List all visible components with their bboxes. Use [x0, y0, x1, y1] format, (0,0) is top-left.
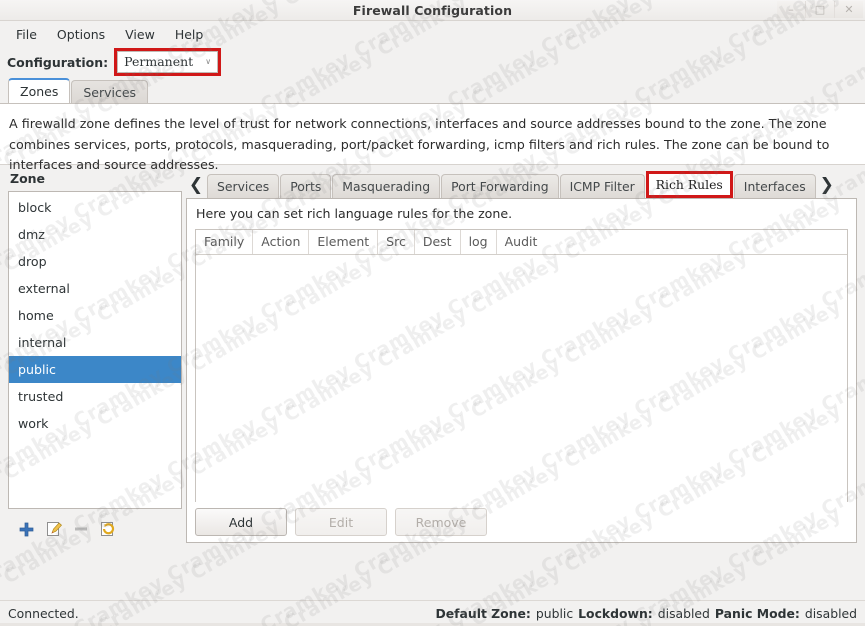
column-header-src[interactable]: Src	[378, 230, 415, 254]
rich-rules-note: Here you can set rich language rules for…	[196, 206, 513, 221]
main-body: Zone block dmz drop external home intern…	[0, 165, 865, 543]
zone-item-trusted[interactable]: trusted	[9, 383, 181, 410]
column-header-log[interactable]: log	[461, 230, 497, 254]
tab-services[interactable]: Services	[71, 80, 149, 103]
configuration-dropdown-value: Permanent	[124, 54, 194, 69]
zone-column: Zone block dmz drop external home intern…	[0, 171, 182, 543]
column-header-audit[interactable]: Audit	[497, 230, 546, 254]
remove-rule-button: Remove	[395, 508, 487, 536]
zone-list-heading: Zone	[10, 171, 46, 186]
zone-toolbar	[8, 509, 182, 543]
close-icon[interactable]: ✕	[834, 1, 863, 18]
rich-rules-table-header: Family Action Element Src Dest log Audit	[196, 230, 847, 255]
tab-icmp-filter[interactable]: ICMP Filter	[559, 174, 645, 198]
column-header-action[interactable]: Action	[253, 230, 310, 254]
zone-item-home[interactable]: home	[9, 302, 181, 329]
configuration-dropdown[interactable]: Permanent ∨	[117, 51, 219, 73]
zone-item-block[interactable]: block	[9, 194, 181, 221]
tab-ports[interactable]: Ports	[280, 174, 332, 198]
configuration-highlight-box: Permanent ∨	[114, 48, 222, 76]
zone-item-work[interactable]: work	[9, 410, 181, 437]
tabs-scroll-left-icon[interactable]: ❮	[186, 172, 206, 198]
zone-item-drop[interactable]: drop	[9, 248, 181, 275]
default-zone-label: Default Zone:	[435, 606, 531, 621]
edit-zone-icon[interactable]	[45, 521, 62, 538]
lockdown-label: Lockdown:	[578, 606, 653, 621]
panic-mode-value: disabled	[804, 606, 857, 621]
menu-item-view[interactable]: View	[116, 24, 164, 45]
menu-item-file[interactable]: File	[7, 24, 46, 45]
rich-rules-actions: Add Edit Remove	[187, 502, 856, 542]
chevron-down-icon: ∨	[205, 57, 212, 66]
window-controls: – □ ✕	[777, 1, 863, 18]
menu-item-help[interactable]: Help	[166, 24, 213, 45]
zone-item-internal[interactable]: internal	[9, 329, 181, 356]
panic-mode-label: Panic Mode:	[714, 606, 800, 621]
minimize-icon[interactable]: –	[777, 1, 805, 18]
main-tabs: Zones Services	[0, 77, 865, 103]
remove-zone-icon	[72, 521, 89, 538]
window-title: Firewall Configuration	[352, 2, 513, 18]
tab-port-forwarding[interactable]: Port Forwarding	[441, 174, 559, 198]
tab-rich-rules[interactable]: Rich Rules	[645, 171, 733, 198]
zone-item-external[interactable]: external	[9, 275, 181, 302]
add-rule-button[interactable]: Add	[195, 508, 287, 536]
menu-item-options[interactable]: Options	[48, 24, 114, 45]
configuration-row: Configuration: Permanent ∨	[0, 47, 865, 77]
zone-item-public[interactable]: public	[9, 356, 181, 383]
tab-masquerading[interactable]: Masquerading	[332, 174, 441, 198]
zone-list[interactable]: block dmz drop external home internal pu…	[8, 191, 182, 509]
tab-services-detail[interactable]: Services	[207, 174, 280, 198]
load-zone-defaults-icon[interactable]	[99, 521, 116, 538]
zone-detail-column: ❮ Services Ports Masquerading Port Forwa…	[182, 171, 865, 543]
zone-detail-tabs: ❮ Services Ports Masquerading Port Forwa…	[186, 171, 857, 198]
configuration-label: Configuration:	[7, 54, 109, 70]
connection-status: Connected.	[8, 606, 79, 621]
rich-rules-table[interactable]: Family Action Element Src Dest log Audit	[195, 229, 848, 502]
title-bar: Firewall Configuration – □ ✕	[0, 0, 865, 21]
lockdown-value: disabled	[657, 606, 710, 621]
edit-rule-button: Edit	[295, 508, 387, 536]
status-bar-right: Default Zone: public Lockdown: disabled …	[435, 606, 857, 621]
tab-interfaces[interactable]: Interfaces	[733, 174, 816, 198]
rich-rules-panel: Here you can set rich language rules for…	[186, 198, 857, 543]
rich-rules-table-body	[196, 255, 847, 502]
add-zone-icon[interactable]	[18, 521, 35, 538]
tab-zones[interactable]: Zones	[8, 78, 71, 103]
maximize-icon[interactable]: □	[805, 1, 834, 18]
tabs-scroll-right-icon[interactable]: ❯	[817, 172, 837, 198]
zone-item-dmz[interactable]: dmz	[9, 221, 181, 248]
default-zone-value: public	[535, 606, 574, 621]
zone-description: A firewalld zone defines the level of tr…	[0, 103, 865, 172]
column-header-family[interactable]: Family	[196, 230, 254, 254]
column-header-dest[interactable]: Dest	[415, 230, 461, 254]
column-header-element[interactable]: Element	[309, 230, 379, 254]
menu-bar: File Options View Help	[0, 21, 865, 47]
